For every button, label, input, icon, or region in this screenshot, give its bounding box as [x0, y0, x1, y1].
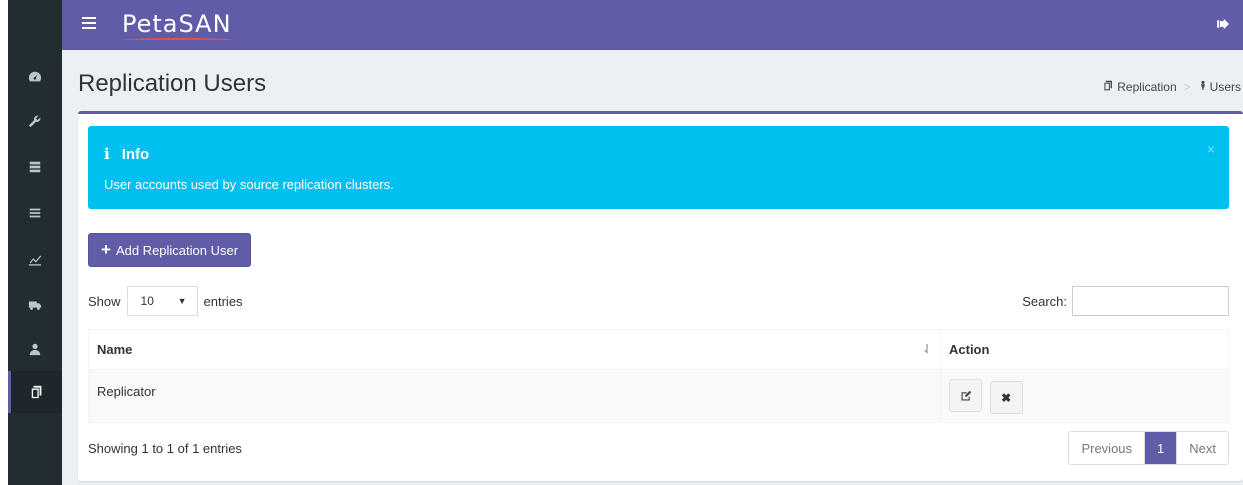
dashboard-icon[interactable]	[8, 56, 62, 98]
breadcrumb-item-users: Users	[1209, 80, 1241, 94]
breadcrumb-user-icon	[1198, 80, 1208, 94]
info-icon: i	[104, 145, 110, 163]
search-label: Search:	[1022, 293, 1067, 309]
previous-page-button[interactable]: Previous	[1069, 432, 1146, 464]
chart-icon[interactable]	[8, 238, 62, 280]
pagination: Previous 1 Next	[1068, 431, 1229, 465]
content-box: i Info User accounts used by source repl…	[78, 111, 1243, 481]
hamburger-menu-icon[interactable]	[82, 17, 96, 31]
truck-icon[interactable]	[8, 284, 62, 326]
breadcrumb-copy-icon	[1103, 80, 1114, 94]
users-table: Name ⇃ Action Replicator ✖	[88, 329, 1229, 423]
breadcrumb-item-replication[interactable]: Replication	[1117, 80, 1176, 94]
delete-button[interactable]: ✖	[989, 381, 1023, 414]
list-icon[interactable]	[8, 192, 62, 234]
top-navbar: PetaSAN	[62, 0, 1243, 50]
show-label: Show	[88, 293, 121, 309]
logout-icon[interactable]	[1217, 18, 1231, 32]
left-gutter	[0, 0, 8, 485]
column-header-name[interactable]: Name ⇃	[88, 329, 941, 370]
page-size-value: 10	[140, 294, 154, 308]
close-icon: ✖	[1001, 390, 1012, 405]
plus-icon: +	[101, 240, 111, 259]
content-header: Replication Users	[78, 70, 266, 98]
alert-text: User accounts used by source replication…	[104, 177, 394, 192]
show-entries: Show 10 ▼ entries	[88, 286, 243, 316]
page-title: Replication Users	[78, 70, 267, 97]
server-icon[interactable]	[8, 146, 62, 188]
page-size-select[interactable]: 10 ▼	[126, 286, 198, 316]
close-icon[interactable]: ×	[1207, 141, 1215, 157]
info-alert: i Info User accounts used by source repl…	[88, 126, 1229, 209]
add-button-label: Add Replication User	[115, 242, 239, 258]
edit-button[interactable]	[949, 379, 982, 412]
table-info: Showing 1 to 1 of 1 entries	[88, 441, 242, 456]
alert-title: i Info	[104, 145, 149, 163]
alert-title-text: Info	[121, 145, 150, 163]
chevron-down-icon: ▼	[177, 296, 187, 306]
breadcrumb-separator: >	[1183, 80, 1191, 94]
wrench-icon[interactable]	[8, 100, 62, 142]
user-icon[interactable]	[8, 328, 62, 370]
next-page-button[interactable]: Next	[1176, 432, 1228, 464]
column-header-action: Action	[940, 329, 1229, 370]
copy-icon[interactable]	[8, 371, 62, 413]
cell-action: ✖	[940, 369, 1229, 423]
cell-name: Replicator	[88, 369, 941, 423]
search-input[interactable]	[1072, 286, 1229, 316]
page-1-button[interactable]: 1	[1145, 432, 1177, 464]
search: Search:	[1022, 286, 1229, 316]
add-replication-user-button[interactable]: + Add Replication User	[88, 233, 252, 267]
table-header-row: Name ⇃ Action	[88, 329, 1229, 370]
sort-icon: ⇃	[921, 342, 932, 356]
logo-swoosh	[124, 38, 234, 42]
table-row: Replicator ✖	[88, 369, 1229, 423]
breadcrumb: Replication > Users	[1103, 80, 1241, 94]
sidebar	[8, 0, 62, 485]
entries-label: entries	[203, 293, 243, 309]
logo[interactable]: PetaSAN	[122, 10, 234, 40]
edit-icon	[961, 390, 971, 400]
